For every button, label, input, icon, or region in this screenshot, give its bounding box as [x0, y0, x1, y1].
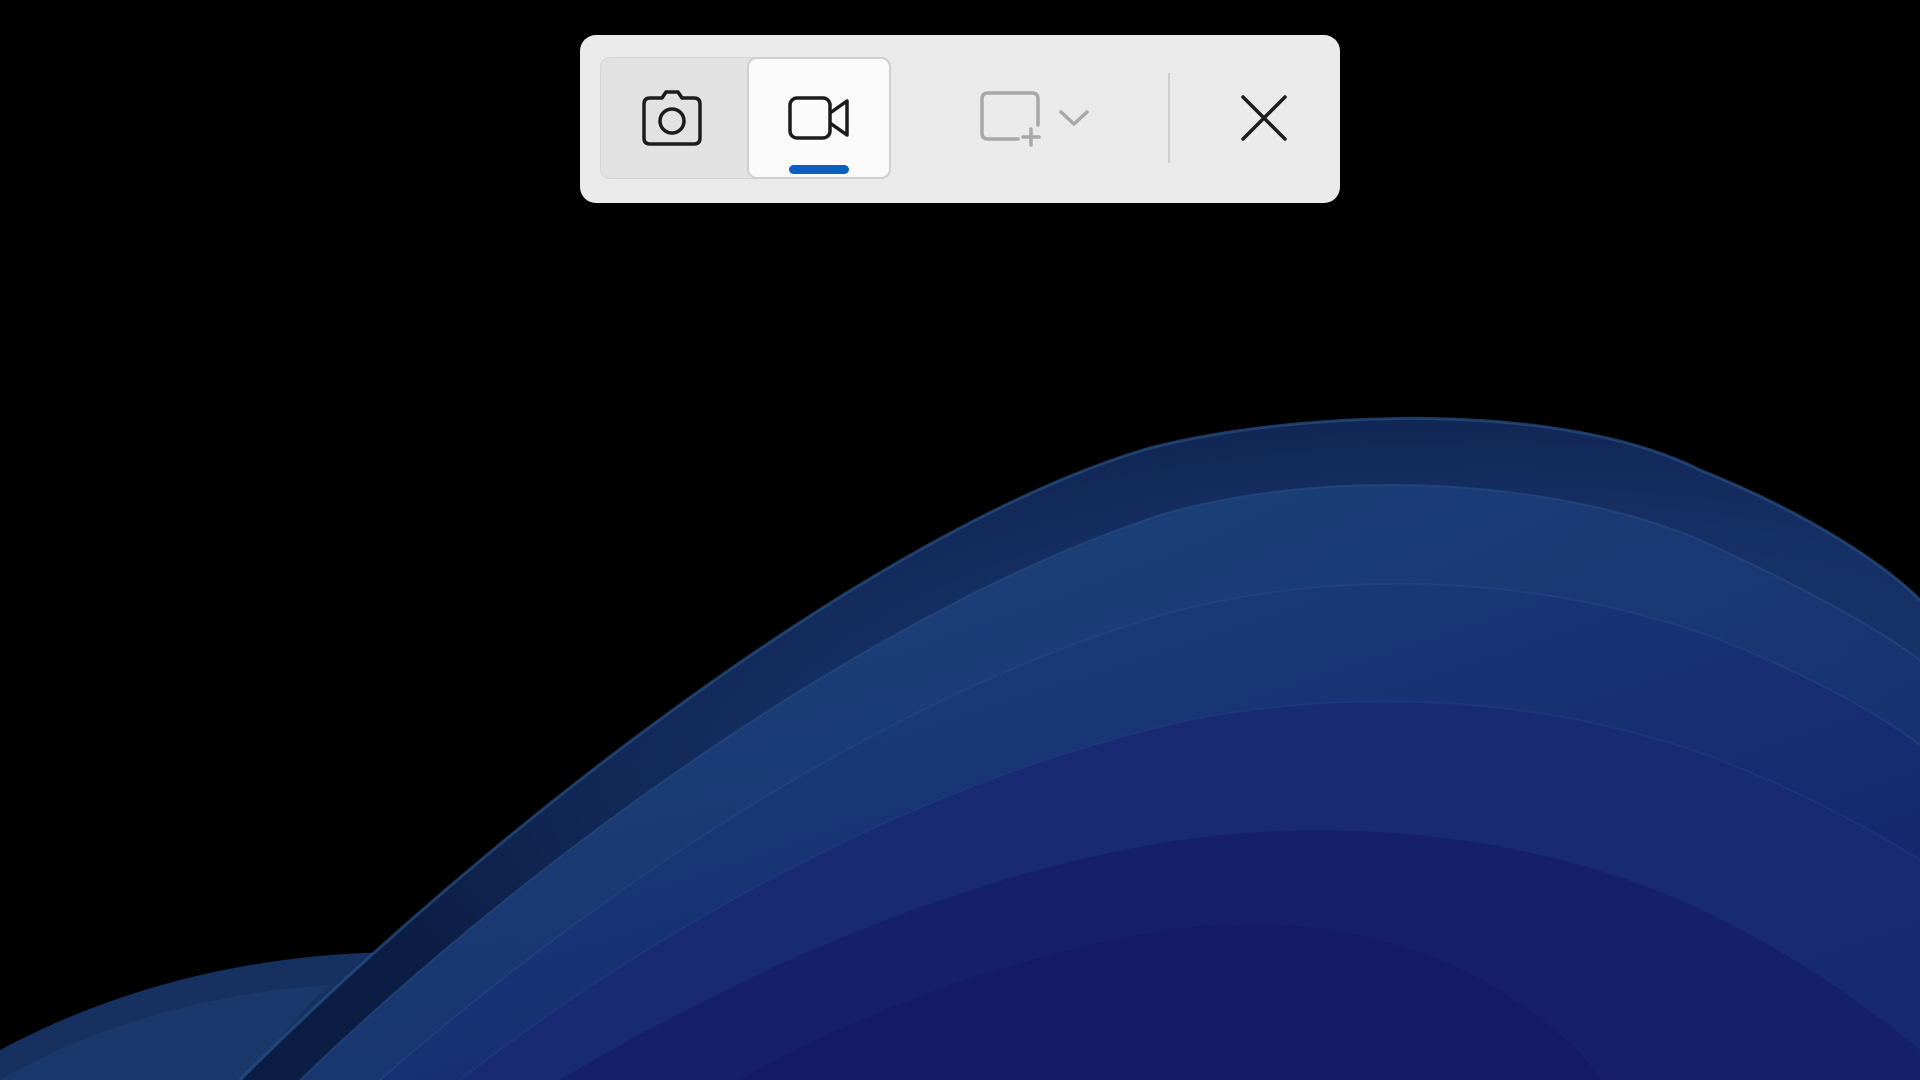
close-icon [1241, 95, 1287, 141]
capture-mode-toggle [600, 57, 891, 179]
rectangle-add-icon [980, 91, 1041, 147]
toolbar-divider [1168, 73, 1170, 163]
desktop [0, 0, 1920, 1080]
close-button[interactable] [1214, 57, 1314, 179]
record-mode-button[interactable] [747, 57, 891, 179]
chevron-down-icon [1059, 110, 1089, 126]
selected-mode-indicator [789, 165, 849, 174]
snip-mode-button[interactable] [600, 57, 744, 179]
snip-shape-dropdown[interactable] [956, 57, 1112, 179]
video-camera-icon [788, 96, 849, 140]
snipping-toolbar [580, 35, 1340, 203]
camera-icon [642, 90, 702, 146]
